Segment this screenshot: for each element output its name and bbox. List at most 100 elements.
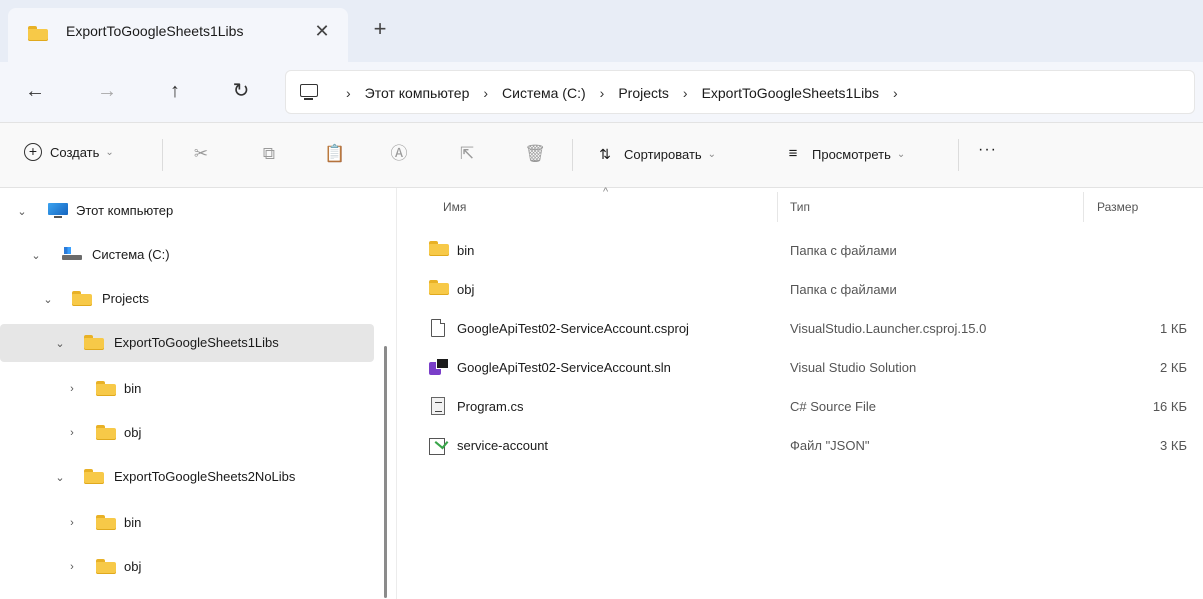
- file-type: C# Source File: [790, 399, 876, 414]
- chevron-down-icon: ⌄: [896, 148, 906, 160]
- file-size: 1 КБ: [1160, 321, 1187, 336]
- file-type: Visual Studio Solution: [790, 360, 917, 375]
- table-row[interactable]: service-account Файл "JSON" 3 КБ: [397, 427, 1203, 466]
- sort-icon: ⇅: [599, 146, 611, 162]
- tab-title: ExportToGoogleSheets1Libs: [66, 23, 244, 39]
- breadcrumb-separator-icon[interactable]: ›: [338, 85, 359, 101]
- toolbar-divider: [958, 139, 959, 171]
- sidebar-item-label: obj: [124, 559, 142, 574]
- breadcrumb-separator-icon[interactable]: ›: [592, 85, 613, 101]
- file-type: Папка с файлами: [790, 282, 897, 297]
- table-row[interactable]: GoogleApiTest02-ServiceAccount.csproj Vi…: [397, 310, 1203, 349]
- breadcrumb-system-drive[interactable]: Система (C:): [496, 85, 592, 101]
- sidebar-item-label: obj: [124, 425, 142, 440]
- table-row[interactable]: GoogleApiTest02-ServiceAccount.sln Visua…: [397, 349, 1203, 388]
- sidebar-item-obj[interactable]: › obj: [0, 414, 374, 452]
- new-tab-button[interactable]: +: [368, 18, 392, 42]
- file-name: GoogleApiTest02-ServiceAccount.csproj: [457, 321, 689, 336]
- back-button[interactable]: ←: [20, 76, 50, 106]
- toolbar-divider: [572, 139, 573, 171]
- forward-button[interactable]: →: [92, 76, 122, 106]
- sort-ascending-icon: ^: [603, 186, 609, 198]
- table-row[interactable]: bin Папка с файлами: [397, 232, 1203, 271]
- folder-icon: [84, 335, 104, 353]
- chevron-down-icon[interactable]: ⌄: [52, 471, 68, 484]
- sidebar-item-obj[interactable]: › obj: [0, 548, 374, 586]
- file-size: 2 КБ: [1160, 360, 1187, 375]
- folder-icon: [96, 559, 116, 577]
- chevron-down-icon[interactable]: ⌄: [14, 205, 30, 218]
- copy-icon[interactable]: ⧉: [256, 141, 282, 167]
- paste-icon[interactable]: 📋: [322, 141, 348, 167]
- view-label: Просмотреть: [812, 146, 891, 162]
- sidebar-item-label: Этот компьютер: [76, 203, 174, 218]
- chevron-down-icon[interactable]: ⌄: [40, 293, 56, 306]
- column-header-size[interactable]: Размер: [1097, 200, 1138, 214]
- file-name: service-account: [457, 438, 549, 453]
- sidebar-item-label: Система (C:): [92, 247, 170, 262]
- sidebar-item-label: bin: [124, 515, 142, 530]
- folder-icon: [72, 291, 92, 309]
- sidebar-item-this-pc[interactable]: ⌄ Этот компьютер: [0, 192, 374, 230]
- breadcrumb: › Этот компьютер › Система (C:) › Projec…: [338, 71, 906, 115]
- breadcrumb-this-pc[interactable]: Этот компьютер: [359, 85, 476, 101]
- delete-icon[interactable]: 🗑: [522, 141, 548, 167]
- sidebar-item-label: Projects: [102, 291, 149, 306]
- share-icon[interactable]: ⇱: [454, 141, 480, 167]
- file-size: 3 КБ: [1160, 438, 1187, 453]
- chevron-down-icon[interactable]: ⌄: [28, 249, 44, 262]
- toolbar-divider: [162, 139, 163, 171]
- refresh-button[interactable]: ↻: [226, 76, 256, 106]
- breadcrumb-projects[interactable]: Projects: [612, 85, 675, 101]
- sidebar-item-system-drive[interactable]: ⌄ Система (C:): [0, 236, 374, 274]
- sidebar-item-exporttogooglesheets1libs[interactable]: ⌄ ExportToGoogleSheets1Libs: [0, 324, 374, 362]
- close-tab-icon[interactable]: ✕: [310, 20, 334, 44]
- breadcrumb-separator-icon[interactable]: ›: [475, 85, 496, 101]
- table-row[interactable]: obj Папка с файлами: [397, 271, 1203, 310]
- sort-label: Сортировать: [624, 146, 702, 162]
- address-bar[interactable]: › Этот компьютер › Система (C:) › Projec…: [285, 70, 1195, 114]
- folder-icon: [429, 280, 449, 298]
- pc-icon: [48, 203, 68, 222]
- chevron-right-icon[interactable]: ›: [64, 517, 80, 529]
- up-button[interactable]: ↑: [160, 76, 190, 106]
- file-name: Program.cs: [457, 399, 524, 414]
- sidebar-item-exporttogooglesheets2nolibs[interactable]: ⌄ ExportToGoogleSheets2NoLibs: [0, 458, 374, 496]
- view-button[interactable]: ≡ Просмотреть ⌄: [782, 143, 906, 165]
- column-header-type[interactable]: Тип: [790, 200, 810, 214]
- navigation-pane: ⌄ Этот компьютер ⌄ Система (C:) ⌄ Projec…: [0, 188, 384, 599]
- sidebar-item-label: ExportToGoogleSheets2NoLibs: [114, 469, 296, 484]
- chevron-right-icon[interactable]: ›: [64, 561, 80, 573]
- column-resize-handle[interactable]: [1083, 192, 1084, 222]
- sln-file-icon: [429, 358, 449, 379]
- chevron-down-icon[interactable]: ⌄: [52, 337, 68, 350]
- cut-icon[interactable]: ✂: [188, 141, 214, 167]
- more-options-button[interactable]: ···: [978, 141, 997, 159]
- sidebar-item-bin[interactable]: › bin: [0, 370, 374, 408]
- table-row[interactable]: Program.cs C# Source File 16 КБ: [397, 388, 1203, 427]
- sidebar-item-projects[interactable]: ⌄ Projects: [0, 280, 374, 318]
- navigation-bar: ← → ↑ ↻ › Этот компьютер › Система (C:) …: [0, 62, 1203, 122]
- create-button[interactable]: + Создать ⌄: [24, 143, 114, 161]
- chevron-right-icon[interactable]: ›: [64, 383, 80, 395]
- tab-current[interactable]: ExportToGoogleSheets1Libs ✕: [8, 8, 348, 62]
- chevron-right-icon[interactable]: ›: [64, 427, 80, 439]
- breadcrumb-current-folder[interactable]: ExportToGoogleSheets1Libs: [696, 85, 885, 101]
- computer-icon[interactable]: [300, 83, 318, 104]
- create-label: Создать: [50, 144, 100, 160]
- folder-icon: [84, 469, 104, 487]
- folder-icon: [429, 241, 449, 259]
- sidebar-item-bin[interactable]: › bin: [0, 504, 374, 542]
- column-header-name[interactable]: Имя: [443, 200, 466, 214]
- folder-icon: [96, 515, 116, 533]
- column-resize-handle[interactable]: [777, 192, 778, 222]
- rename-icon[interactable]: Ⓐ: [386, 141, 412, 167]
- sort-button[interactable]: ⇅ Сортировать ⌄: [594, 143, 716, 165]
- breadcrumb-separator-icon[interactable]: ›: [675, 85, 696, 101]
- file-name: obj: [457, 282, 475, 297]
- file-list: ^ Имя Тип Размер bin Папка с файлами obj…: [397, 186, 1203, 599]
- navigation-pane-scrollbar[interactable]: [384, 346, 387, 598]
- breadcrumb-separator-icon[interactable]: ›: [885, 85, 906, 101]
- title-bar: ExportToGoogleSheets1Libs ✕ +: [0, 0, 1203, 62]
- cs-file-icon: [431, 397, 445, 418]
